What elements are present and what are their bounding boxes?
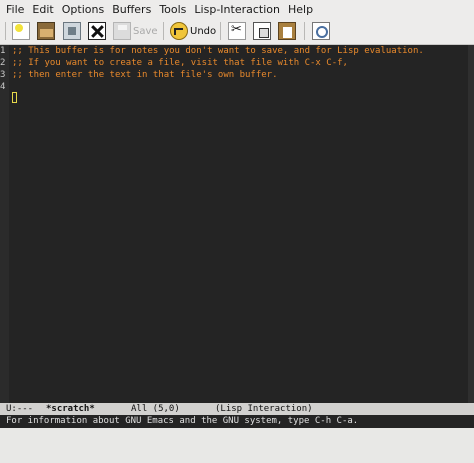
close-icon <box>88 22 106 40</box>
dired-button[interactable] <box>63 21 81 41</box>
search-icon <box>312 22 330 40</box>
copy-icon <box>253 22 271 40</box>
line-number: 3 <box>0 70 6 80</box>
undo-icon <box>170 22 188 40</box>
menu-buffers[interactable]: Buffers <box>108 3 155 16</box>
directory-icon <box>63 22 81 40</box>
save-label: Save <box>133 25 158 37</box>
save-icon <box>113 22 131 40</box>
text-line: ;; If you want to create a file, visit t… <box>12 58 348 68</box>
mode-line[interactable]: U:--- *scratch* All (5,0) (Lisp Interact… <box>0 403 474 415</box>
menu-lisp-interaction[interactable]: Lisp-Interaction <box>190 3 284 16</box>
line-number-gutter: 1 2 3 4 <box>0 45 9 403</box>
modeline-major-mode[interactable]: (Lisp Interaction) <box>215 403 313 415</box>
menu-help[interactable]: Help <box>284 3 317 16</box>
modeline-status: U:--- <box>6 404 34 414</box>
text-cursor <box>12 92 17 103</box>
new-file-button[interactable] <box>12 21 30 41</box>
modeline-buffer-name[interactable]: *scratch* <box>46 403 95 415</box>
copy-button[interactable] <box>253 21 271 41</box>
undo-label: Undo <box>190 25 217 37</box>
cut-button[interactable] <box>228 21 246 41</box>
search-button[interactable] <box>312 21 330 41</box>
menu-file[interactable]: File <box>0 3 28 16</box>
toolbar-separator <box>163 22 164 40</box>
menu-edit[interactable]: Edit <box>28 3 57 16</box>
scissors-icon <box>228 22 246 40</box>
buffer-text[interactable]: ;; This buffer is for notes you don't wa… <box>12 45 474 93</box>
text-line <box>12 81 474 93</box>
editor-window[interactable]: 1 2 3 4 ;; This buffer is for notes you … <box>0 45 474 403</box>
modeline-position: All (5,0) <box>131 404 180 414</box>
open-folder-icon <box>37 22 55 40</box>
line-number: 2 <box>0 58 6 68</box>
tool-bar: Save Undo <box>0 18 474 45</box>
paste-icon <box>278 22 296 40</box>
open-file-button[interactable] <box>37 21 55 41</box>
line-number: 4 <box>0 82 6 92</box>
paste-button[interactable] <box>278 21 296 41</box>
echo-area: For information about GNU Emacs and the … <box>0 415 474 428</box>
line-number: 1 <box>0 46 6 56</box>
close-buffer-button[interactable] <box>88 21 106 41</box>
menu-tools[interactable]: Tools <box>155 3 190 16</box>
menu-options[interactable]: Options <box>58 3 108 16</box>
vertical-scrollbar[interactable] <box>468 45 474 403</box>
save-button[interactable]: Save <box>113 21 158 41</box>
toolbar-separator <box>220 22 221 40</box>
text-line: ;; This buffer is for notes you don't wa… <box>12 46 424 56</box>
text-line: ;; then enter the text in that file's ow… <box>12 70 278 80</box>
toolbar-separator <box>5 22 6 40</box>
menu-bar: File Edit Options Buffers Tools Lisp-Int… <box>0 0 474 18</box>
new-file-icon <box>12 22 30 40</box>
undo-button[interactable]: Undo <box>170 21 216 41</box>
toolbar-separator <box>304 22 305 40</box>
